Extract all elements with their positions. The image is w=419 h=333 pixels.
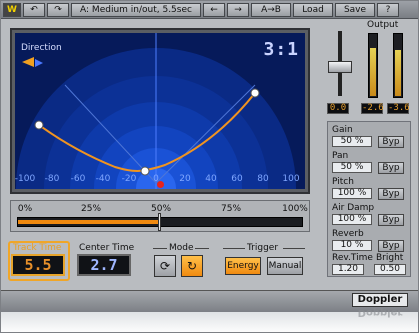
pan-bypass-button[interactable]: Byp bbox=[378, 162, 404, 174]
x-tick-label: -100 bbox=[15, 174, 36, 184]
gain-value[interactable]: 50 % bbox=[332, 136, 372, 147]
rev-time-value[interactable]: 1.20 bbox=[332, 264, 364, 275]
x-tick-label: 80 bbox=[257, 174, 269, 184]
progress-label: 50% bbox=[150, 204, 172, 214]
doppler-brand-reflection: Doppler bbox=[357, 307, 403, 318]
air-damp-value[interactable]: 100 % bbox=[332, 214, 372, 225]
mode-divider-left bbox=[153, 248, 167, 249]
center-time-value[interactable]: 2.7 bbox=[77, 254, 131, 276]
waves-logo[interactable]: W bbox=[3, 2, 21, 17]
progress-label: 25% bbox=[80, 204, 102, 214]
output-meter-left bbox=[368, 33, 378, 98]
bright-label: Bright bbox=[376, 253, 404, 263]
pitch-label: Pitch bbox=[332, 177, 354, 187]
end-point-handle[interactable] bbox=[249, 87, 261, 99]
mode-divider-right bbox=[195, 248, 209, 249]
x-tick-label: 100 bbox=[282, 174, 300, 184]
x-tick-label: 20 bbox=[179, 174, 191, 184]
gain-label: Gain bbox=[332, 125, 353, 135]
mode-label: Mode bbox=[169, 243, 194, 253]
ab-compare-button[interactable]: A→B bbox=[251, 2, 291, 17]
x-tick-label: -20 bbox=[121, 174, 137, 184]
prev-preset-button[interactable]: ← bbox=[203, 2, 225, 17]
reverb-value[interactable]: 10 % bbox=[332, 240, 372, 251]
gain-bypass-button[interactable]: Byp bbox=[378, 136, 404, 148]
ratio-readout: 3:1 bbox=[263, 39, 299, 60]
meter-left-value: -2.6 bbox=[361, 103, 384, 114]
x-tick-label: -80 bbox=[44, 174, 60, 184]
trigger-label: Trigger bbox=[247, 243, 279, 253]
track-time-value[interactable]: 5.5 bbox=[11, 254, 65, 276]
mode-loop-button[interactable]: ⟳ bbox=[154, 255, 176, 277]
help-button[interactable]: ? bbox=[377, 2, 399, 17]
center-time-label: Center Time bbox=[79, 243, 135, 253]
preset-display[interactable]: A: Medium in/out, 5.5sec bbox=[71, 2, 201, 17]
mode-once-button[interactable]: ↻ bbox=[181, 255, 203, 277]
x-tick-label: -40 bbox=[95, 174, 111, 184]
next-preset-button[interactable]: → bbox=[227, 2, 249, 17]
direction-right-arrow-icon[interactable] bbox=[35, 59, 43, 67]
center-point-handle[interactable] bbox=[139, 165, 151, 177]
trajectory-display[interactable]: Direction 3:1 -100 -80 -60 -40 -20 0 20 … bbox=[15, 33, 305, 189]
redo-button[interactable]: ↷ bbox=[47, 2, 69, 17]
reverb-bypass-button[interactable]: Byp bbox=[378, 240, 404, 252]
pitch-bypass-button[interactable]: Byp bbox=[378, 188, 404, 200]
toolbar: W ↶ ↷ A: Medium in/out, 5.5sec ← → A→B L… bbox=[1, 1, 418, 19]
progress-fill bbox=[18, 220, 161, 224]
trajectory-graph bbox=[16, 33, 296, 189]
pan-value[interactable]: 50 % bbox=[332, 162, 372, 173]
progress-label: 75% bbox=[220, 204, 242, 214]
x-tick-label: 0 bbox=[153, 174, 159, 184]
manual-trigger-button[interactable]: Manual bbox=[267, 257, 303, 275]
energy-trigger-button[interactable]: Energy bbox=[225, 257, 261, 275]
undo-button[interactable]: ↶ bbox=[23, 2, 45, 17]
x-tick-label: -60 bbox=[70, 174, 86, 184]
pan-label: Pan bbox=[332, 151, 349, 161]
save-button[interactable]: Save bbox=[335, 2, 375, 17]
air-damp-label: Air Damp bbox=[332, 203, 375, 213]
trajectory-display-bezel: Direction 3:1 -100 -80 -60 -40 -20 0 20 … bbox=[10, 28, 310, 194]
pitch-value[interactable]: 100 % bbox=[332, 188, 372, 199]
trigger-divider-right bbox=[283, 248, 305, 249]
progress-label: 0% bbox=[17, 204, 33, 214]
direction-left-arrow-icon[interactable] bbox=[22, 57, 34, 67]
reverb-label: Reverb bbox=[332, 229, 364, 239]
air-damp-bypass-button[interactable]: Byp bbox=[378, 214, 404, 226]
load-button[interactable]: Load bbox=[293, 2, 333, 17]
progress-marker[interactable] bbox=[158, 213, 161, 231]
start-point-handle[interactable] bbox=[33, 119, 45, 131]
meter-right-value: -3.6 bbox=[387, 103, 410, 114]
track-time-label: Track Time bbox=[13, 243, 62, 253]
bright-value[interactable]: 0.50 bbox=[374, 264, 406, 275]
output-label: Output bbox=[367, 20, 399, 30]
x-tick-label: 40 bbox=[205, 174, 217, 184]
x-tick-label: 60 bbox=[231, 174, 243, 184]
direction-label: Direction bbox=[21, 43, 62, 53]
trigger-divider-left bbox=[223, 248, 245, 249]
progress-label: 100% bbox=[282, 204, 308, 214]
output-fader-handle[interactable] bbox=[328, 61, 352, 73]
doppler-brand-logo: Doppler bbox=[352, 293, 408, 307]
output-meter-right bbox=[393, 33, 403, 98]
progress-panel: 0% 25% 50% 75% 100% bbox=[10, 200, 310, 232]
rev-time-label: Rev.Time bbox=[332, 253, 373, 263]
parameter-panel: Gain 50 % Byp Pan 50 % Byp Pitch 100 % B… bbox=[327, 121, 411, 277]
output-gain-value[interactable]: 0.0 bbox=[327, 103, 349, 114]
doppler-plugin-window: W ↶ ↷ A: Medium in/out, 5.5sec ← → A→B L… bbox=[0, 0, 419, 333]
